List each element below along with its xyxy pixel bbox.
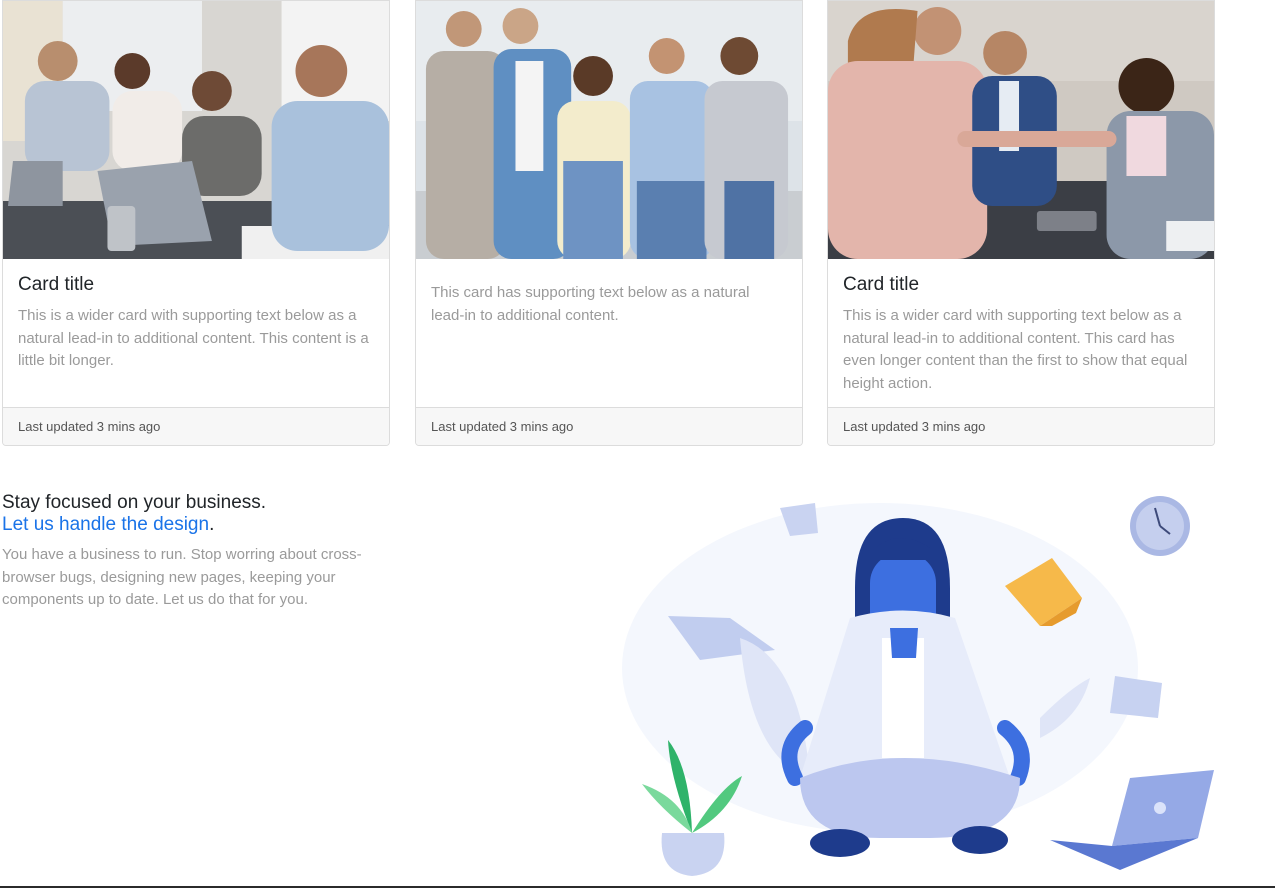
card-image-handshake [828, 1, 1214, 259]
card-title: Card title [843, 274, 920, 295]
card-image-team-portrait [416, 1, 802, 259]
promo-link[interactable]: Let us handle the design [2, 514, 209, 535]
promo-heading: Stay focused on your business. Let us ha… [2, 492, 382, 536]
promo-section: Stay focused on your business. Let us ha… [2, 492, 382, 612]
card-body: This card has supporting text below as a… [431, 259, 787, 327]
promo-heading-text: Stay focused on your business. [2, 492, 267, 513]
card-1: Card title This is a wider card with sup… [2, 0, 390, 446]
card-body: Card title This is a wider card with sup… [843, 259, 1199, 395]
card-2: This card has supporting text below as a… [415, 0, 803, 446]
card-footer: Last updated 3 mins ago [3, 407, 389, 445]
card-text: This card has supporting text below as a… [431, 284, 750, 324]
card-footer: Last updated 3 mins ago [828, 407, 1214, 445]
meditating-woman-illustration [622, 496, 1214, 876]
card-text: This is a wider card with supporting tex… [18, 307, 369, 370]
card-footer: Last updated 3 mins ago [416, 407, 802, 445]
card-title: Card title [18, 274, 95, 295]
card-text: This is a wider card with supporting tex… [843, 307, 1188, 392]
card-image-team-laptops [3, 1, 389, 259]
promo-text: You have a business to run. Stop worring… [2, 546, 362, 609]
card-body: Card title This is a wider card with sup… [18, 259, 374, 373]
promo-link-suffix: . [209, 514, 215, 535]
card-3: Card title This is a wider card with sup… [827, 0, 1215, 446]
